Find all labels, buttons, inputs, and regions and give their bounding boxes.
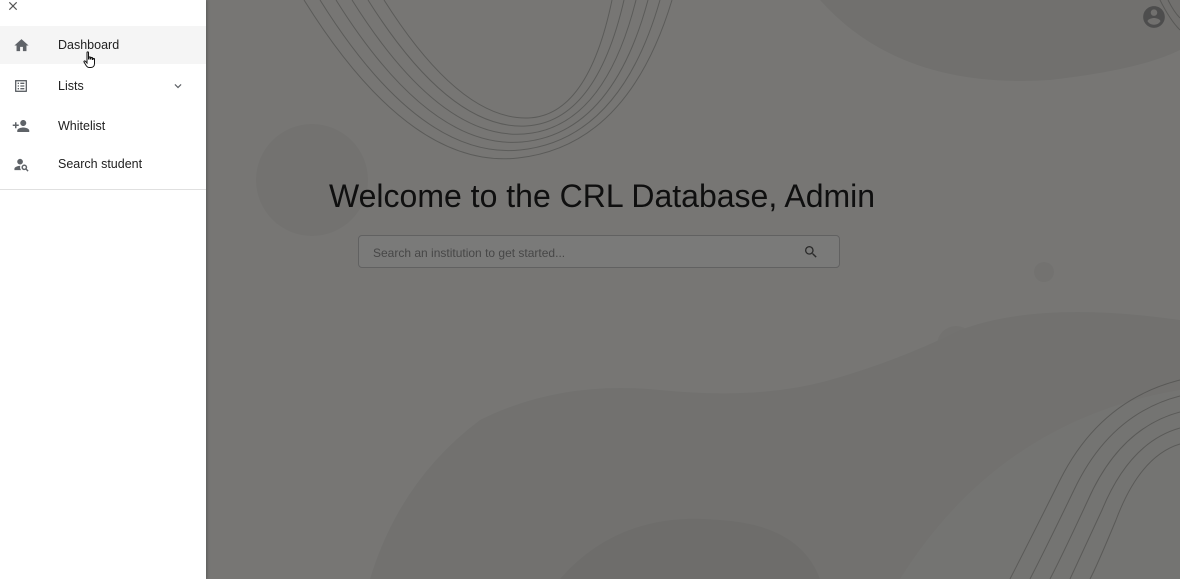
app-page: Welcome to the CRL Database, Admin Dashb… [0, 0, 1180, 579]
list-icon [12, 77, 30, 95]
nav-item-whitelist[interactable]: Whitelist [0, 107, 206, 145]
nav-item-label: Whitelist [58, 119, 106, 133]
person-add-icon [12, 117, 30, 135]
drawer-nav-list: Dashboard Lists Whitelist Search student [0, 26, 206, 183]
navigation-drawer: Dashboard Lists Whitelist Search student [0, 0, 206, 579]
nav-item-dashboard[interactable]: Dashboard [0, 26, 206, 64]
close-icon[interactable] [6, 0, 20, 13]
nav-item-label: Dashboard [58, 38, 120, 52]
home-icon [12, 36, 30, 54]
chevron-down-icon[interactable] [171, 79, 185, 93]
nav-item-lists[interactable]: Lists [0, 64, 206, 107]
nav-item-label: Lists [58, 78, 84, 93]
nav-item-label: Search student [58, 157, 143, 171]
nav-item-search-student[interactable]: Search student [0, 145, 206, 183]
drawer-divider [0, 189, 206, 190]
person-search-icon [12, 155, 30, 173]
